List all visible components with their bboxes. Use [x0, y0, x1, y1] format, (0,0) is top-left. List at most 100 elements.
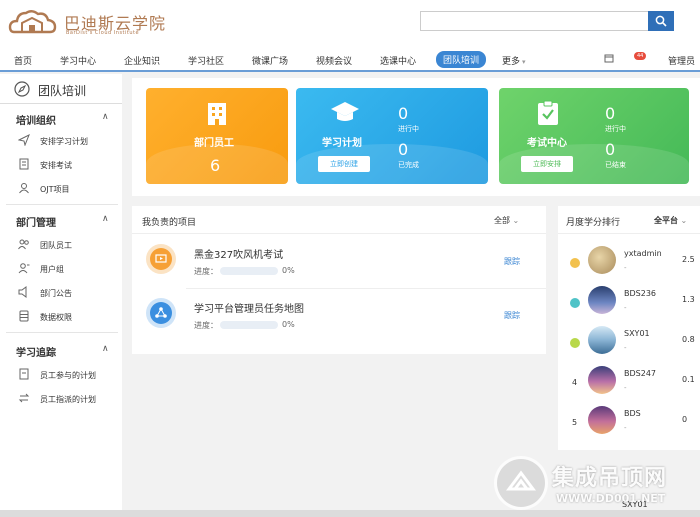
watermark-logo — [494, 456, 548, 510]
search-icon — [655, 15, 667, 27]
projects-filter-dropdown[interactable]: 全部 — [494, 215, 519, 226]
project-name[interactable]: 黑金327吹风机考试 — [194, 246, 283, 261]
track-link[interactable]: 跟踪 — [504, 256, 520, 267]
nav-video-meeting[interactable]: 视频会议 — [316, 54, 352, 67]
plan-done-count: 0 — [398, 140, 409, 159]
chevron-up-icon[interactable]: ∧ — [102, 112, 109, 122]
ranking-number: 4 — [572, 378, 578, 387]
sidebar-item-label: 团队员工 — [40, 241, 72, 250]
nav-community[interactable]: 学习社区 — [188, 54, 224, 67]
sidebar-section-training[interactable]: 培训组织 — [16, 112, 56, 127]
list-icon — [19, 368, 29, 380]
progress-label: 进度： — [194, 321, 218, 330]
document-icon — [19, 158, 29, 170]
ranking-title: 月度学分排行 — [566, 218, 621, 228]
watermark-title: 集成吊顶网 — [552, 466, 668, 491]
network-icon — [150, 302, 172, 324]
projects-title: 我负责的项目 — [142, 218, 197, 228]
taskbar — [0, 510, 700, 517]
ranking-name: BDS247 — [624, 369, 656, 378]
nav-learning-center[interactable]: 学习中心 — [60, 54, 96, 67]
progress-bar — [220, 267, 278, 275]
avatar — [588, 326, 616, 354]
ranking-filter-dropdown[interactable]: 全平台 — [654, 215, 687, 226]
progress-bar — [220, 321, 278, 329]
monthly-ranking-panel: 月度学分排行 全平台 yxtadmin - 2.5 BDS236 - 1.3 S… — [558, 206, 700, 450]
ranking-score: 1.3 — [682, 295, 695, 304]
ranking-score: 0.8 — [682, 335, 695, 344]
clipboard-check-icon — [538, 100, 558, 125]
card-label: 学习计划 — [322, 138, 362, 149]
sidebar-item-label: 员工参与的计划 — [40, 371, 96, 380]
nav-more[interactable]: 更多 — [502, 54, 526, 67]
watermark-logo-icon — [506, 470, 536, 491]
search-input[interactable] — [420, 11, 648, 31]
watermark-url: WWW.DD001.NET — [556, 492, 666, 505]
user-group-icon — [18, 263, 30, 274]
ranking-sub: - — [624, 384, 627, 392]
swap-icon — [18, 393, 30, 403]
ranking-score: 0.1 — [682, 375, 695, 384]
ranking-row[interactable]: BDS236 - 1.3 — [558, 282, 700, 322]
ranking-header: 月度学分排行 全平台 — [558, 206, 700, 234]
chevron-up-icon[interactable]: ∧ — [102, 344, 109, 354]
progress-percent: 0% — [282, 320, 295, 329]
progress-percent: 0% — [282, 266, 295, 275]
send-icon — [18, 134, 30, 146]
card-department-staff[interactable]: 部门员工 6 — [146, 88, 288, 184]
nav-home[interactable]: 首页 — [14, 54, 32, 67]
nav-microcourse[interactable]: 微课广场 — [252, 54, 288, 67]
compass-icon — [14, 81, 30, 97]
exam-done-count: 0 — [605, 140, 616, 159]
user-icon — [19, 183, 29, 194]
logo-cloud-icon — [8, 10, 57, 34]
create-plan-button[interactable]: 立即创建 — [318, 156, 370, 172]
project-row[interactable]: 学习平台管理员任务地图 进度： 0% 跟踪 — [132, 288, 546, 342]
card-label: 考试中心 — [527, 138, 567, 149]
calendar-icon[interactable] — [604, 53, 614, 63]
my-projects-panel: 我负责的项目 全部 黑金327吹风机考试 进度： 0% 跟踪 学习平台管理员任务… — [132, 206, 546, 354]
plan-in-progress-label: 进行中 — [398, 125, 419, 133]
search-button[interactable] — [648, 11, 674, 31]
arrange-exam-button[interactable]: 立即安排 — [521, 156, 573, 172]
project-name[interactable]: 学习平台管理员任务地图 — [194, 300, 304, 315]
project-row[interactable]: 黑金327吹风机考试 进度： 0% 跟踪 — [132, 234, 546, 288]
ranking-row[interactable]: yxtadmin - 2.5 — [558, 242, 700, 282]
ranking-row[interactable]: SXY01 - 0.8 — [558, 322, 700, 362]
bronze-medal-icon — [570, 338, 580, 348]
sidebar-item-label: 安排考试 — [40, 161, 72, 170]
nav-course-selection[interactable]: 选课中心 — [380, 54, 416, 67]
avatar — [588, 246, 616, 274]
gold-medal-icon — [570, 258, 580, 268]
notification-badge[interactable]: 44 — [634, 52, 647, 60]
exam-done-label: 已结束 — [605, 161, 626, 169]
ranking-name: yxtadmin — [624, 249, 662, 258]
chevron-up-icon[interactable]: ∧ — [102, 214, 109, 224]
user-menu[interactable]: 管理员 — [668, 54, 695, 67]
header: 巴迪斯云学院 BarDist's Cloud Institute — [0, 0, 700, 46]
speaker-icon — [18, 286, 27, 298]
top-nav: 首页 学习中心 企业知识 学习社区 微课广场 视频会议 选课中心 团队培训 更多… — [0, 46, 700, 72]
sidebar-item-label: 数据权限 — [40, 313, 72, 322]
sidebar-divider — [6, 204, 118, 205]
ranking-sub: - — [624, 344, 627, 352]
nav-team-training[interactable]: 团队培训 — [436, 51, 487, 68]
progress-label: 进度： — [194, 267, 218, 276]
projects-header: 我负责的项目 全部 — [132, 206, 546, 234]
sidebar: 团队培训 培训组织 ∧ 安排学习计划 安排考试 OJT项目 部门管理 ∧ 团队员… — [0, 74, 122, 517]
sidebar-item-label: 部门公告 — [40, 289, 72, 298]
nav-enterprise-knowledge[interactable]: 企业知识 — [124, 54, 160, 67]
sidebar-section-tracking[interactable]: 学习追踪 — [16, 344, 56, 359]
database-icon — [19, 310, 29, 322]
ranking-row[interactable]: 4 BDS247 - 0.1 — [558, 362, 700, 402]
project-icon-wrapper — [146, 298, 176, 328]
ranking-row[interactable]: 5 BDS - 0 — [558, 402, 700, 442]
ranking-sub: - — [624, 264, 627, 272]
track-link[interactable]: 跟踪 — [504, 310, 520, 321]
project-icon-wrapper — [146, 244, 176, 274]
ranking-score: 0 — [682, 415, 688, 424]
staff-count: 6 — [210, 156, 221, 175]
sidebar-header: 团队培训 — [0, 74, 122, 104]
ranking-name: SXY01 — [624, 329, 650, 338]
sidebar-section-department[interactable]: 部门管理 — [16, 214, 56, 229]
